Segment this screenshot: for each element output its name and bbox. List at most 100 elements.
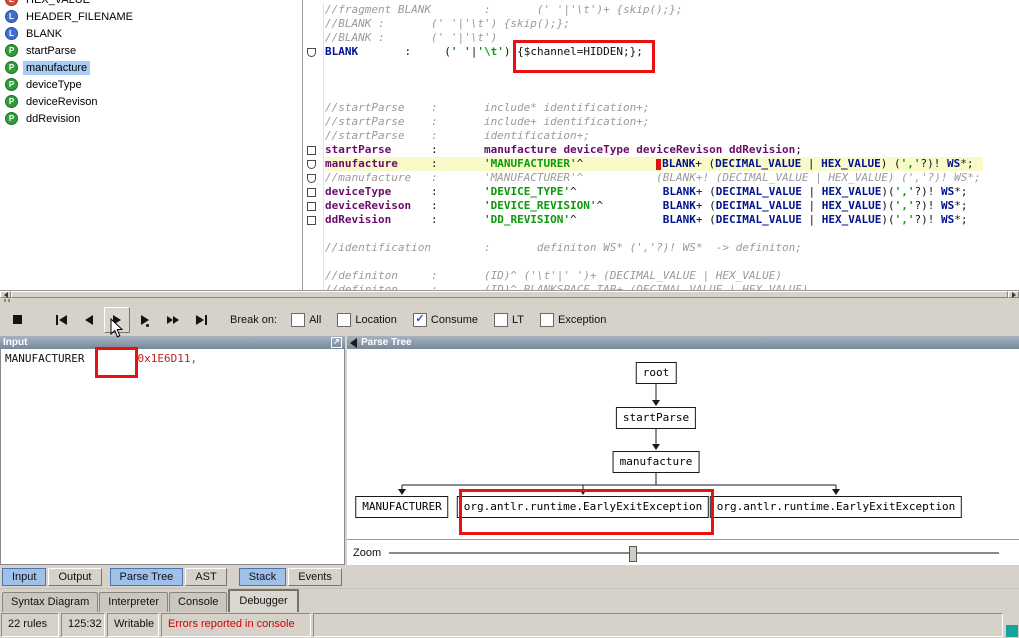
breakpoint-marker[interactable] bbox=[307, 48, 316, 57]
breakpoint-marker[interactable] bbox=[307, 216, 316, 225]
rule-list-item-startParse[interactable]: PstartParse bbox=[0, 42, 302, 59]
view-button-output[interactable]: Output bbox=[48, 567, 102, 586]
zoom-slider-track[interactable] bbox=[389, 551, 999, 555]
rule-list-item-deviceRevison[interactable]: PdeviceRevison bbox=[0, 93, 302, 110]
tree-node-startparse[interactable]: startParse bbox=[615, 407, 697, 429]
tree-node-root[interactable]: root bbox=[635, 362, 677, 384]
step-over-icon bbox=[141, 314, 149, 327]
gutter-cell bbox=[303, 255, 323, 269]
fast-forward-button[interactable] bbox=[160, 307, 186, 333]
checkbox-box[interactable] bbox=[337, 312, 352, 327]
rule-list-item-BLANK[interactable]: L BLANK bbox=[0, 25, 302, 42]
go-to-end-button[interactable] bbox=[188, 307, 214, 333]
checkbox-lt[interactable]: LT bbox=[494, 312, 524, 327]
view-button-ast[interactable]: AST bbox=[185, 567, 227, 586]
checkbox-box[interactable]: ✓ bbox=[412, 312, 427, 327]
checkbox-all[interactable]: All bbox=[291, 312, 322, 327]
rule-list-item-deviceType[interactable]: PdeviceType bbox=[0, 76, 302, 93]
editor-gutter[interactable] bbox=[303, 3, 324, 290]
antlrworks-debugger-window: L HEX_VALUE L HEADER_FILENAME L BLANK PstartPa… bbox=[0, 0, 1019, 638]
tree-node-earlyexit-exception-2[interactable]: org.antlr.runtime.EarlyExitException bbox=[709, 496, 963, 518]
grammar-editor[interactable]: //fragment BLANK : (' '|'\t')+ {skip();}… bbox=[303, 0, 1019, 290]
breakpoint-marker[interactable] bbox=[307, 174, 316, 183]
code-segment: ddRevision bbox=[729, 143, 796, 156]
gutter-cell bbox=[303, 31, 323, 45]
checkbox-box[interactable] bbox=[540, 312, 555, 327]
code-line: //startParse : include+ identification+; bbox=[325, 115, 983, 129]
gutter-cell bbox=[303, 87, 323, 101]
input-text[interactable]: MANUFACTURER 0x1E6D11, bbox=[0, 349, 345, 565]
checkbox-consume[interactable]: ✓ Consume bbox=[412, 312, 478, 327]
rule-label: HEADER_FILENAME bbox=[26, 10, 133, 23]
tree-node-earlyexit-exception-1[interactable]: org.antlr.runtime.EarlyExitException bbox=[456, 496, 710, 518]
view-button-events[interactable]: Events bbox=[288, 567, 342, 586]
tab-interpreter[interactable]: Interpreter bbox=[99, 592, 169, 612]
zoom-slider[interactable] bbox=[389, 545, 999, 562]
checkbox-box[interactable] bbox=[291, 312, 306, 327]
gutter-cell bbox=[303, 73, 323, 87]
breakpoint-marker[interactable] bbox=[307, 202, 316, 211]
tab-debugger[interactable]: Debugger bbox=[228, 589, 299, 612]
step-over-button[interactable] bbox=[132, 307, 158, 333]
step-forward-button[interactable] bbox=[104, 306, 130, 333]
parser-rule-icon: P bbox=[5, 95, 18, 108]
gutter-cell bbox=[303, 227, 323, 241]
code-segment: startParse bbox=[325, 143, 392, 156]
detach-panel-icon[interactable] bbox=[331, 337, 342, 348]
code-segment: manufacture bbox=[483, 143, 557, 156]
view-button-stack[interactable]: Stack bbox=[238, 567, 287, 586]
code-segment: //BLANK : (' '|'\t') bbox=[325, 31, 498, 44]
code-line: //BLANK : (' '|'\t') {skip();}; bbox=[325, 17, 983, 31]
code-segment: HEX_VALUE bbox=[821, 213, 882, 226]
code-line: //startParse : identification+; bbox=[325, 129, 983, 143]
gutter-cell bbox=[303, 45, 323, 59]
view-button-input[interactable]: Input bbox=[2, 567, 47, 586]
tab-syntax-diagram[interactable]: Syntax Diagram bbox=[2, 592, 99, 612]
parse-tree-canvas[interactable]: root startParse manufacture MANUFACTURER… bbox=[347, 349, 1019, 539]
code-segment: //startParse : include+ identification+; bbox=[325, 115, 650, 128]
breakpoint-marker[interactable] bbox=[307, 160, 316, 169]
breakpoint-marker[interactable] bbox=[307, 188, 316, 197]
code-segment: ^ bbox=[570, 185, 663, 198]
rule-list-item-ddRevision[interactable]: PddRevision bbox=[0, 110, 302, 127]
stop-button[interactable] bbox=[4, 307, 30, 333]
editor-code[interactable]: //fragment BLANK : (' '|'\t')+ {skip();}… bbox=[325, 3, 984, 290]
checkbox-exception[interactable]: Exception bbox=[540, 312, 606, 327]
gutter-cell bbox=[303, 143, 323, 157]
scrollbar-right-arrow-icon[interactable] bbox=[1008, 291, 1019, 298]
scrollbar-thumb[interactable] bbox=[11, 291, 1008, 298]
code-segment: *; bbox=[954, 213, 968, 226]
code-segment: 'DEVICE_TYPE' bbox=[483, 185, 571, 198]
rule-list[interactable]: L HEX_VALUE L HEADER_FILENAME L BLANK PstartPa… bbox=[0, 0, 303, 290]
checkbox-label: All bbox=[309, 313, 322, 326]
rule-list-item-manufacture[interactable]: Pmanufacture bbox=[0, 59, 302, 76]
code-segment: HEX_VALUE bbox=[821, 185, 882, 198]
tree-node-manufacture[interactable]: manufacture bbox=[612, 451, 700, 473]
checkbox-box[interactable] bbox=[494, 312, 508, 327]
gutter-cell bbox=[303, 213, 323, 227]
scrollbar-left-arrow-icon[interactable] bbox=[0, 291, 11, 298]
go-to-start-button[interactable] bbox=[48, 307, 74, 333]
tab-console[interactable]: Console bbox=[169, 592, 228, 612]
code-segment: *; bbox=[954, 199, 968, 212]
status-corner bbox=[1005, 613, 1018, 637]
rule-list-item-HEX_VALUE[interactable]: L HEX_VALUE bbox=[0, 0, 302, 8]
tree-node-manufacturer-token[interactable]: MANUFACTURER bbox=[355, 496, 449, 518]
code-segment: )( bbox=[881, 199, 895, 212]
code-segment: *; bbox=[960, 157, 974, 170]
code-line: startParse : manufacture deviceType devi… bbox=[325, 143, 983, 157]
view-button-parse-tree[interactable]: Parse Tree bbox=[109, 567, 184, 586]
editor-horizontal-scrollbar[interactable] bbox=[0, 290, 1019, 298]
step-back-button[interactable] bbox=[76, 307, 102, 333]
rule-list-item-HEADER_FILENAME[interactable]: L HEADER_FILENAME bbox=[0, 8, 302, 25]
status-error-message: Errors reported in console bbox=[161, 613, 311, 637]
code-segment: ; bbox=[795, 143, 802, 156]
breakpoint-marker[interactable] bbox=[307, 146, 316, 155]
collapse-splitter-icon[interactable] bbox=[350, 337, 357, 348]
zoom-slider-thumb[interactable] bbox=[629, 545, 638, 562]
gutter-cell bbox=[303, 59, 323, 73]
checkbox-location[interactable]: Location bbox=[337, 312, 397, 327]
code-segment: BLANK bbox=[325, 45, 359, 58]
code-line: //definiton : (ID)^ BLANKSPACE_TAB+ (DEC… bbox=[325, 283, 983, 290]
